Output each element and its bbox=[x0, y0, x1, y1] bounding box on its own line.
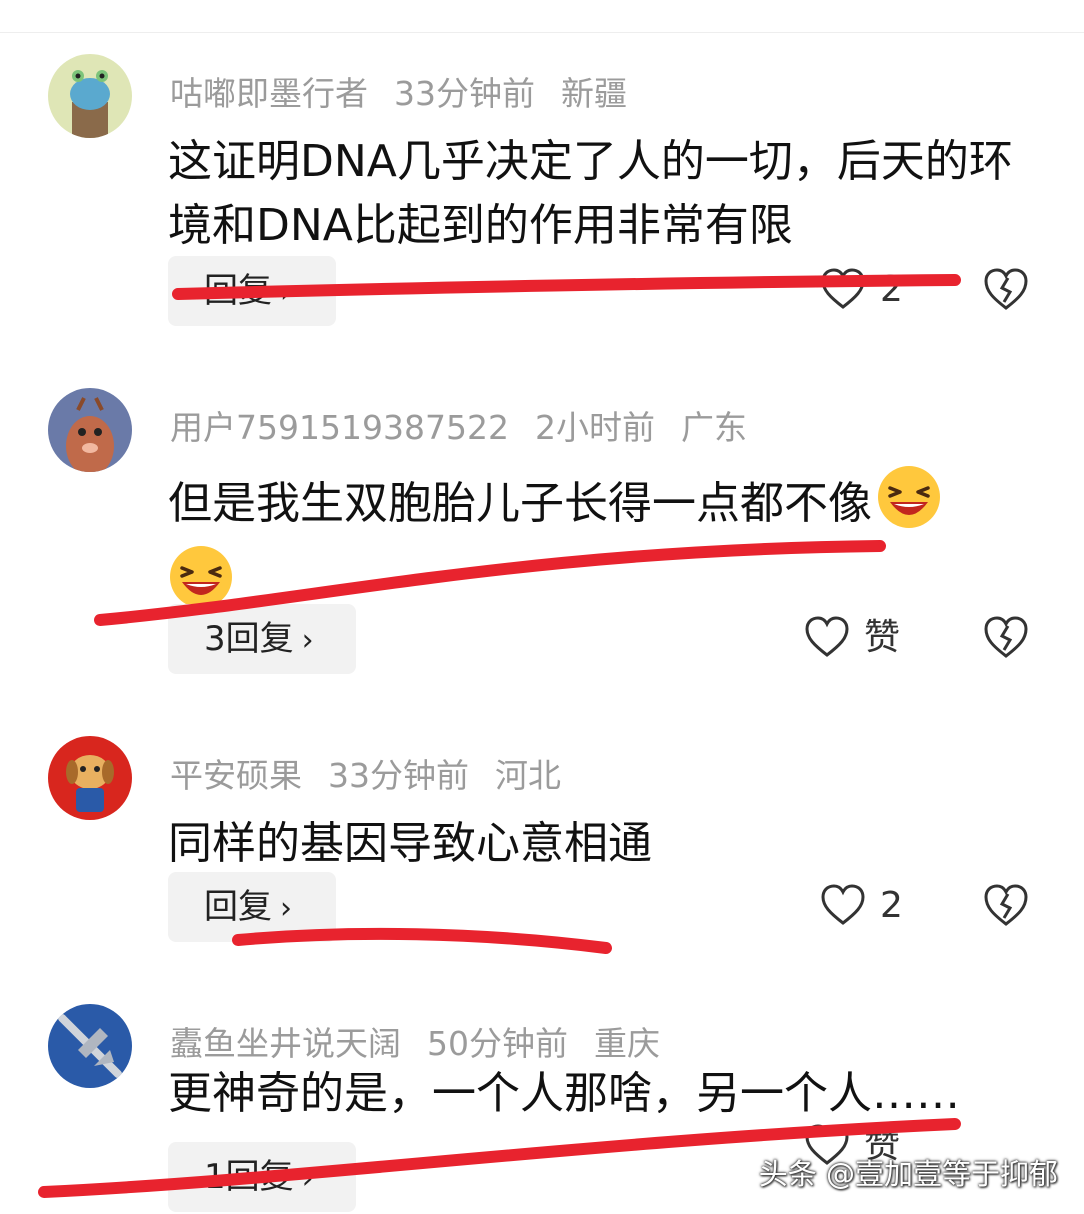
comment-text: 同样的基因导致心意相通 bbox=[168, 818, 652, 869]
reply-label: 回复 bbox=[204, 271, 272, 311]
timestamp: 2小时前 bbox=[534, 408, 655, 447]
like-count: 赞 bbox=[864, 617, 901, 658]
reply-label: 3回复 bbox=[204, 619, 294, 659]
chevron-right-icon: › bbox=[301, 1161, 314, 1196]
timestamp: 33分钟前 bbox=[328, 756, 469, 795]
reply-label: 1回复 bbox=[204, 1157, 294, 1197]
comment-meta: 蠹鱼坐井说天阔 50分钟前 重庆 bbox=[170, 1022, 686, 1066]
dislike-button[interactable] bbox=[983, 266, 1029, 312]
broken-heart-icon bbox=[984, 616, 1028, 658]
laughing-emoji-icon bbox=[170, 546, 232, 608]
cartoon-avatar-icon[interactable] bbox=[48, 54, 132, 138]
like-button[interactable]: 2 bbox=[820, 260, 903, 320]
location: 广东 bbox=[680, 408, 747, 447]
top-divider bbox=[0, 32, 1084, 33]
laughing-emoji-icon bbox=[878, 466, 940, 528]
reply-button[interactable]: 3回复 › bbox=[168, 604, 356, 674]
chevron-right-icon: › bbox=[301, 623, 314, 658]
comment-meta: 用户7591519387522 2小时前 广东 bbox=[170, 406, 773, 450]
timestamp: 33分钟前 bbox=[394, 74, 535, 113]
comment-text-content: 但是我生双胞胎儿子长得一点都不像 bbox=[168, 478, 872, 529]
reply-button[interactable]: 1回复 › bbox=[168, 1142, 356, 1212]
location: 河北 bbox=[495, 756, 561, 795]
broken-heart-icon bbox=[984, 268, 1028, 310]
cartoon-dog-avatar-icon[interactable] bbox=[48, 736, 132, 820]
jet-plane-avatar-icon[interactable] bbox=[48, 1004, 132, 1088]
username[interactable]: 平安硕果 bbox=[170, 756, 302, 795]
comment-text: 但是我生双胞胎儿子长得一点都不像 bbox=[168, 464, 1038, 616]
username[interactable]: 蠹鱼坐井说天阔 bbox=[170, 1024, 401, 1063]
cartoon-deer-avatar-icon[interactable] bbox=[48, 388, 132, 472]
reply-button[interactable]: 回复 › bbox=[168, 872, 336, 942]
chevron-right-icon: › bbox=[280, 275, 292, 310]
chevron-right-icon: › bbox=[280, 891, 292, 926]
comment-text: 更神奇的是，一个人那啥，另一个人…… bbox=[168, 1068, 960, 1119]
heart-icon bbox=[805, 616, 849, 657]
broken-heart-icon bbox=[984, 884, 1028, 926]
heart-icon bbox=[821, 268, 865, 309]
comment-meta: 咕嘟即墨行者 33分钟前 新疆 bbox=[170, 72, 653, 116]
username[interactable]: 用户7591519387522 bbox=[170, 408, 509, 447]
location: 重庆 bbox=[594, 1024, 660, 1063]
like-count: 2 bbox=[880, 885, 903, 926]
comment-text: 这证明DNA几乎决定了人的一切，后天的环境和DNA比起到的作用非常有限 bbox=[168, 136, 1013, 251]
comment-meta: 平安硕果 33分钟前 河北 bbox=[170, 754, 587, 798]
dislike-button[interactable] bbox=[983, 614, 1029, 660]
location: 新疆 bbox=[561, 74, 627, 113]
reply-button[interactable]: 回复 › bbox=[168, 256, 336, 326]
timestamp: 50分钟前 bbox=[427, 1024, 568, 1063]
like-count: 2 bbox=[880, 269, 903, 310]
dislike-button[interactable] bbox=[983, 882, 1029, 928]
username[interactable]: 咕嘟即墨行者 bbox=[170, 74, 368, 113]
like-button[interactable]: 赞 bbox=[804, 608, 900, 668]
like-button[interactable]: 2 bbox=[820, 876, 903, 936]
reply-label: 回复 bbox=[204, 887, 272, 927]
watermark: 头条 @壹加壹等于抑郁 bbox=[758, 1157, 1058, 1191]
heart-icon bbox=[821, 884, 865, 925]
